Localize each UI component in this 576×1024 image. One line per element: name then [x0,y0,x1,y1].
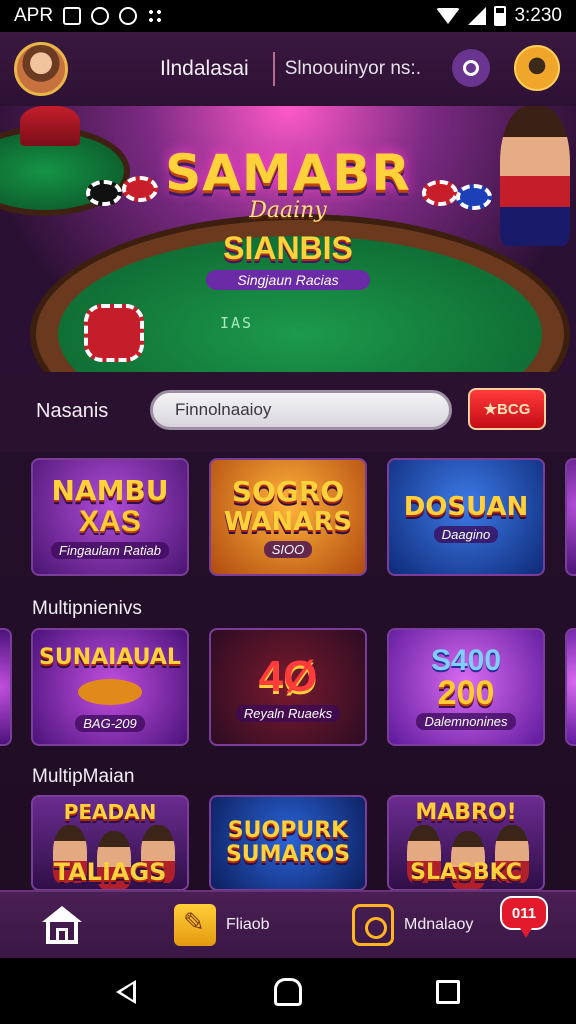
search-row: Nasanis ★BCG [0,372,576,452]
felt-text: IAS [220,314,254,332]
game-tile-title: NAMBU [51,473,169,507]
game-tile[interactable]: DOSUAN Daagino [387,458,545,576]
chat-button[interactable] [452,49,490,87]
sync-icon [91,7,110,25]
game-tile-caption: BAG-209 [75,714,145,732]
bottom-nav: Fliaob Mdnalaoy 011 [0,890,576,958]
game-tile[interactable]: NAMBU XAS Fingaulam Ratiab [31,458,189,576]
notification-badge[interactable]: 011 [500,896,548,938]
nav-item-2[interactable]: Fliaob [174,904,270,946]
promo-banner[interactable]: SAMABR Daainy SIANBIS Singjaun Racias IA… [0,106,576,372]
wifi-icon [436,8,461,24]
back-icon[interactable] [116,980,136,1004]
game-tile-partial[interactable] [565,458,576,576]
system-nav-bar [0,958,576,1024]
banner-subtitle: Daainy [249,198,327,223]
header-divider [272,52,275,86]
app-header: Ilndalasai Slnoouinyor ns:. [0,32,576,106]
nav-home-button[interactable] [42,906,82,946]
game-tile-title: MABRO! [415,800,517,825]
status-bar: APR 3:230 [0,0,576,32]
game-tile-title: DOSUAN [403,491,529,522]
game-tile[interactable]: S400 200 Dalemnonines [387,628,545,746]
table-logo-subtitle: Singjaun Racias [206,270,370,290]
game-tile-caption: Daagino [433,525,499,543]
avatar[interactable] [14,42,68,96]
nav-item-2-label: Fliaob [226,916,270,933]
grid-icon [147,8,164,24]
recent-apps-icon[interactable] [436,980,460,1004]
game-tile[interactable]: 4Ø Reyaln Ruaeks [209,628,367,746]
game-tile-title: SOGRO [231,474,345,508]
battery-icon [494,6,507,26]
game-tile-subtitle: 200 [437,673,495,712]
game-tile-title: SUNAIAUAL [39,644,181,670]
game-tile-subtitle: SUMAROS [225,842,351,867]
game-tile-subtitle: TALIAGS [53,858,167,886]
row-label: MultipMaian [32,766,135,787]
game-tile-art [78,678,142,705]
status-time: 3:230 [514,5,562,26]
nav-item-3-label: Mdnalaoy [404,916,474,933]
game-tile-title: 4Ø [258,651,318,701]
table-logo: SIANBIS Singjaun Racias [200,230,376,302]
signal-icon [468,7,487,25]
chat-icon [463,60,479,76]
mail-icon [63,7,82,25]
status-date: APR [14,5,54,26]
row-label: Multipnienivs [32,598,142,619]
game-tile-title: SUOPURK [227,818,349,843]
game-tile-subtitle: SLASBKC [410,860,522,885]
banner-title: SAMABR [165,144,411,202]
game-tile-partial[interactable] [565,628,576,746]
game-tile[interactable]: PEADAN TALIAGS [31,795,189,891]
chip-stack-icon [84,304,144,362]
game-tile[interactable]: SUNAIAUAL BAG-209 [31,628,189,746]
home-system-icon[interactable] [274,978,302,1006]
app-screen: APR 3:230 Ilndalasai Slnoouinyor ns:. SA… [0,0,576,1024]
search-input[interactable] [150,390,452,430]
home-icon-door [56,928,68,944]
nav-item-3[interactable]: Mdnalaoy [352,904,473,946]
game-tile-partial[interactable] [0,628,12,746]
settings-icon [119,7,138,25]
game-tile[interactable]: SOGRO WANARS SIOO [209,458,367,576]
app-title: Ilndalasai [160,57,249,80]
game-tile[interactable]: MABRO! SLASBKC [387,795,545,891]
game-tile-caption: Dalemnonines [416,712,516,730]
header-search-text[interactable]: Slnoouinyor ns:. [285,58,421,80]
game-tile-caption: SIOO [263,540,313,558]
profile-button[interactable] [514,45,560,91]
game-tile-caption: Reyaln Ruaeks [235,704,341,722]
clock-icon [352,904,394,946]
game-tile-title: PEADAN [63,800,157,824]
game-tile-subtitle: WANARS [223,506,353,537]
bet-button[interactable]: ★BCG [468,388,546,430]
edit-icon [174,904,216,946]
game-tile[interactable]: SUOPURK SUMAROS [209,795,367,891]
game-tile-caption: Fingaulam Ratiab [51,541,169,559]
game-tile-subtitle: XAS [79,504,141,538]
player-figure [20,106,80,146]
section-label: Nasanis [36,400,109,422]
table-logo-title: SIANBIS [223,230,353,266]
game-tile-title: S400 [430,643,502,677]
